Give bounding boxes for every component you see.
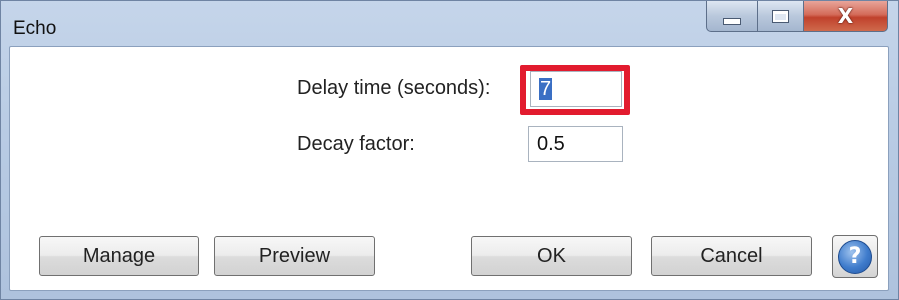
maximize-button[interactable]	[758, 1, 804, 32]
help-icon: ?	[838, 239, 872, 274]
dialog-body: Delay time (seconds): 7 Decay factor: 0.…	[9, 46, 889, 291]
maximize-icon	[772, 9, 789, 23]
delay-time-input[interactable]: 7	[530, 71, 622, 107]
minimize-button[interactable]	[706, 1, 758, 32]
decay-factor-value: 0.5	[537, 133, 565, 155]
cancel-button[interactable]: Cancel	[651, 236, 812, 276]
close-icon: X	[837, 4, 854, 28]
window-controls: X	[706, 1, 888, 37]
window-title: Echo	[13, 18, 57, 39]
decay-factor-input[interactable]: 0.5	[528, 126, 623, 162]
echo-dialog-window: Echo X Delay time (seconds): 7 Decay fac…	[0, 0, 899, 300]
decay-factor-label: Decay factor:	[297, 133, 415, 155]
preview-button[interactable]: Preview	[214, 236, 375, 276]
delay-time-label: Delay time (seconds):	[297, 77, 491, 99]
ok-button[interactable]: OK	[471, 236, 632, 276]
delay-time-value: 7	[539, 78, 553, 100]
manage-button[interactable]: Manage	[39, 236, 199, 276]
help-button[interactable]: ?	[832, 235, 878, 278]
minimize-icon	[723, 17, 741, 25]
close-button[interactable]: X	[804, 1, 888, 32]
